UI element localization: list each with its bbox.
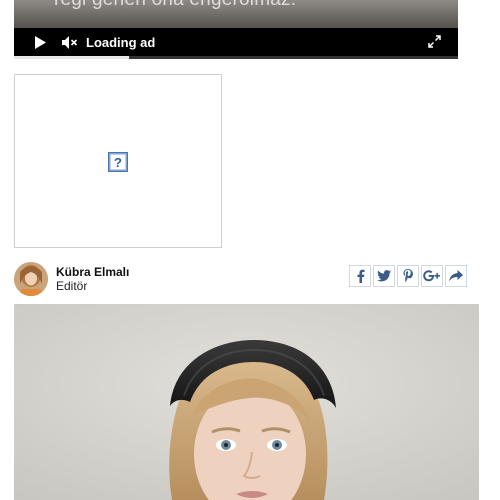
loading-ad-label: Loading ad bbox=[86, 34, 156, 50]
article-photo bbox=[14, 304, 479, 500]
share-buttons bbox=[349, 265, 467, 287]
video-progress-fill bbox=[14, 56, 130, 59]
facebook-share-button[interactable] bbox=[349, 265, 371, 287]
video-controls: Loading ad bbox=[14, 28, 458, 56]
author-byline: Kübra Elmalı Editör bbox=[14, 262, 484, 298]
pinterest-icon bbox=[403, 269, 413, 283]
google-plus-icon bbox=[423, 270, 441, 282]
fullscreen-icon[interactable] bbox=[428, 35, 442, 49]
share-arrow-icon bbox=[449, 270, 463, 282]
author-name[interactable]: Kübra Elmalı bbox=[56, 265, 129, 279]
twitter-icon bbox=[377, 270, 391, 282]
mute-icon[interactable] bbox=[62, 35, 80, 49]
author-role: Editör bbox=[56, 279, 88, 293]
broken-image-icon: ? bbox=[108, 152, 128, 172]
video-player[interactable]: regi gerieri ona engeroimaz. Loading ad bbox=[14, 0, 458, 59]
play-icon[interactable] bbox=[34, 35, 48, 49]
video-progress-track[interactable] bbox=[14, 56, 458, 59]
share-button[interactable] bbox=[445, 265, 467, 287]
avatar[interactable] bbox=[14, 262, 48, 296]
google-plus-share-button[interactable] bbox=[421, 265, 443, 287]
video-caption: regi gerieri ona engeroimaz. bbox=[54, 0, 296, 11]
ad-placeholder: ? bbox=[14, 74, 222, 248]
facebook-icon bbox=[356, 269, 365, 283]
broken-image-glyph: ? bbox=[114, 155, 122, 170]
twitter-share-button[interactable] bbox=[373, 265, 395, 287]
pinterest-share-button[interactable] bbox=[397, 265, 419, 287]
